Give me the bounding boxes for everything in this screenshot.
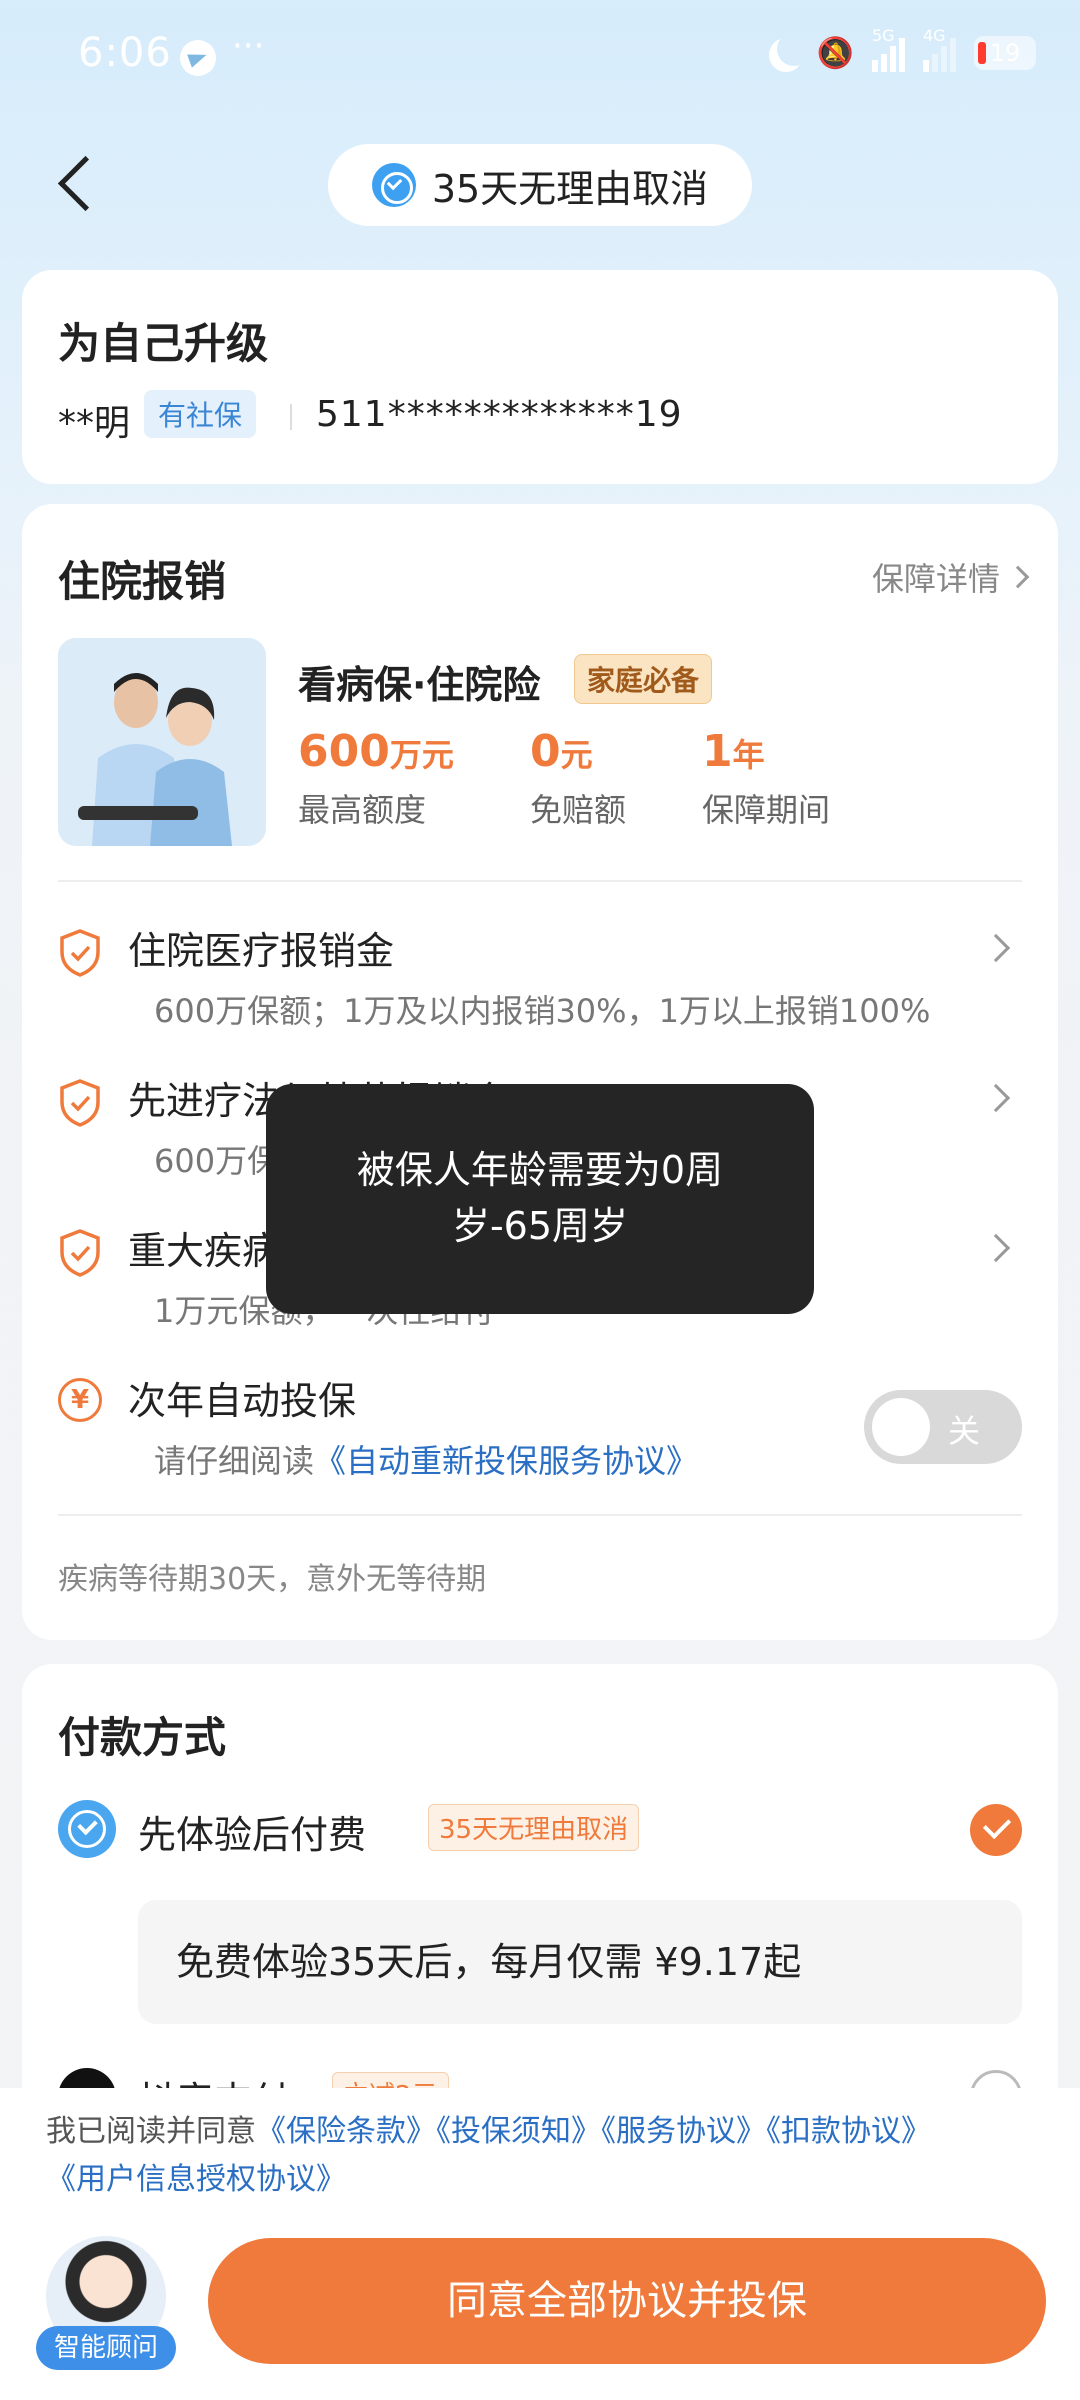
stat-value: 0 bbox=[530, 726, 561, 777]
stat-unit: 年 bbox=[732, 736, 765, 774]
insured-name: **明 bbox=[58, 403, 131, 444]
cancel-policy-badge: 35天无理由取消 bbox=[328, 144, 752, 226]
bottom-action-bar: 我已阅读并同意《保险条款》《投保须知》《服务协议》《扣款协议》《用户信息授权协议… bbox=[0, 2088, 1080, 2400]
chevron-right-icon bbox=[981, 1083, 1011, 1113]
auto-renew-title: 次年自动投保 bbox=[128, 1379, 357, 1423]
cancel-policy-text: 35天无理由取消 bbox=[431, 166, 709, 211]
stat-value: 1 bbox=[702, 726, 733, 777]
hospital-reimbursement-card: 住院报销 保障详情 看病保·住院险 家庭必备 600万元 最高额度 0元 免赔额… bbox=[22, 504, 1058, 1640]
stat-coverage-period: 1年 保障期间 bbox=[702, 726, 830, 831]
shield-check-icon bbox=[60, 1079, 100, 1127]
status-time: 6:06 bbox=[78, 30, 172, 76]
payment-title: 付款方式 bbox=[58, 1713, 227, 1762]
signal-4g-icon: 4G bbox=[923, 26, 956, 72]
chevron-right-icon bbox=[981, 933, 1011, 963]
stat-label: 保障期间 bbox=[702, 791, 831, 829]
feature-title: 重大疾病 bbox=[128, 1229, 281, 1273]
payment-option-detail: 免费体验35天后，每月仅需 ¥9.17起 bbox=[138, 1900, 1022, 2024]
divider bbox=[58, 1514, 1022, 1516]
stat-unit: 万元 bbox=[389, 736, 454, 774]
auto-renew-row: ¥ 次年自动投保 请仔细阅读《自动重新投保服务协议》 关 bbox=[58, 1370, 1022, 1490]
stat-max-amount: 600万元 最高额度 bbox=[298, 726, 454, 831]
social-insurance-tag: 有社保 bbox=[144, 390, 257, 438]
status-indicators: 🔕 5G 4G 19 bbox=[765, 26, 1036, 72]
coverage-details-link[interactable]: 保障详情 bbox=[871, 554, 1030, 600]
stat-unit: 元 bbox=[560, 736, 593, 774]
stat-label: 免赔额 bbox=[530, 791, 627, 829]
divider bbox=[58, 880, 1022, 882]
stat-label: 最高额度 bbox=[298, 791, 427, 829]
payment-option-tag: 35天无理由取消 bbox=[428, 1804, 640, 1851]
age-requirement-toast: 被保人年龄需要为0周 岁-65周岁 bbox=[266, 1084, 814, 1314]
coverage-details-label: 保障详情 bbox=[871, 560, 1000, 598]
status-bar: 6:06 ··· 🔕 5G 4G 19 bbox=[0, 0, 1080, 110]
toggle-label: 关 bbox=[948, 1412, 981, 1450]
smart-advisor-button[interactable]: 智能顾问 bbox=[36, 2236, 176, 2380]
toast-line-1: 被保人年龄需要为0周 bbox=[356, 1148, 724, 1192]
toggle-knob bbox=[872, 1398, 930, 1456]
shield-check-icon bbox=[60, 929, 100, 977]
feature-item-hospital-reimbursement[interactable]: 住院医疗报销金 600万保额；1万及以内报销30%，1万以上报销100% bbox=[58, 920, 1022, 1030]
verified-check-icon bbox=[371, 163, 416, 207]
auto-renew-toggle[interactable]: 关 bbox=[864, 1390, 1022, 1464]
mute-icon: 🔕 bbox=[816, 35, 854, 71]
more-notifications-icon: ··· bbox=[232, 26, 265, 66]
feature-desc: 600万保额；1万及以内报销30%，1万以上报销100% bbox=[154, 992, 931, 1030]
advisor-label: 智能顾问 bbox=[36, 2326, 176, 2370]
moon-icon bbox=[777, 32, 811, 66]
product-image bbox=[58, 638, 266, 846]
agreement-link-user-authorization[interactable]: 《用户信息授权协议》 bbox=[46, 2162, 346, 2197]
section-title: 住院报销 bbox=[58, 557, 227, 606]
stat-deductible: 0元 免赔额 bbox=[530, 726, 626, 831]
agree-and-purchase-button[interactable]: 同意全部协议并投保 bbox=[208, 2238, 1046, 2364]
chevron-right-icon bbox=[1006, 565, 1030, 589]
insured-title: 为自己升级 bbox=[58, 319, 269, 368]
telegram-icon bbox=[180, 40, 216, 76]
payment-option-try-first[interactable]: 先体验后付费 35天无理由取消 bbox=[58, 1800, 1022, 1860]
agreement-link-service[interactable]: 《服务协议》 bbox=[601, 2114, 766, 2149]
agreement-text: 我已阅读并同意《保险条款》《投保须知》《服务协议》《扣款协议》《用户信息授权协议… bbox=[46, 2108, 1046, 2204]
chevron-right-icon bbox=[981, 1233, 1011, 1263]
agreement-prefix: 我已阅读并同意 bbox=[46, 2114, 256, 2149]
yen-icon: ¥ bbox=[58, 1378, 102, 1422]
verified-check-icon bbox=[58, 1800, 116, 1858]
product-tag: 家庭必备 bbox=[574, 654, 713, 704]
auto-renew-agreement-link[interactable]: 《自动重新投保服务协议》 bbox=[314, 1442, 698, 1480]
agreement-link-notice[interactable]: 《投保须知》 bbox=[436, 2114, 601, 2149]
battery-icon: 19 bbox=[974, 36, 1036, 70]
stat-value: 600 bbox=[298, 726, 390, 777]
auto-renew-desc: 请仔细阅读《自动重新投保服务协议》 bbox=[154, 1436, 698, 1482]
shield-check-icon bbox=[60, 1229, 100, 1277]
toast-line-2: 岁-65周岁 bbox=[451, 1204, 629, 1248]
auto-renew-desc-prefix: 请仔细阅读 bbox=[154, 1442, 315, 1480]
agreement-link-deduction[interactable]: 《扣款协议》 bbox=[766, 2114, 931, 2149]
product-name: 看病保·住院险 bbox=[298, 663, 541, 707]
insured-id-number: 511*************19 bbox=[316, 394, 683, 435]
agreement-link-insurance-terms[interactable]: 《保险条款》 bbox=[256, 2114, 436, 2149]
waiting-period-note: 疾病等待期30天，意外无等待期 bbox=[58, 1562, 487, 1597]
divider bbox=[290, 404, 292, 430]
feature-title: 住院医疗报销金 bbox=[128, 929, 395, 973]
back-button[interactable] bbox=[50, 150, 110, 220]
selected-radio-icon[interactable] bbox=[970, 1804, 1022, 1856]
insured-person-card[interactable]: 为自己升级 **明 有社保 511*************19 bbox=[22, 270, 1058, 484]
signal-5g-icon: 5G bbox=[872, 26, 905, 72]
payment-option-name: 先体验后付费 bbox=[138, 1813, 367, 1857]
